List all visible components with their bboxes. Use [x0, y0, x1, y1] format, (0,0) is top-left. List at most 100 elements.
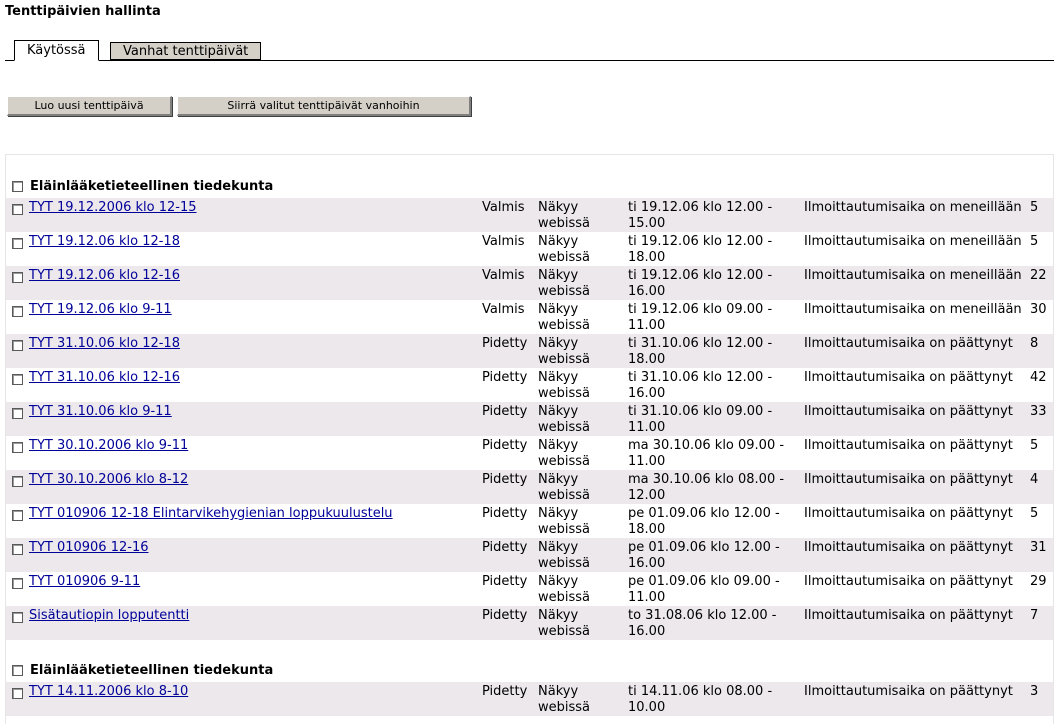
visibility-text: Näkyy webissä — [538, 200, 591, 231]
registration-status-text: Ilmoittautumisaika on päättynyt — [804, 370, 1013, 385]
group-label: Eläinlääketieteellinen tiedekunta — [30, 179, 274, 194]
exam-day-link[interactable]: TYT 010906 9-11 — [29, 574, 140, 590]
status-text: Pidetty — [482, 472, 528, 487]
exam-day-link[interactable]: TYT 010906 12-18 Elintarvikehygienian lo… — [29, 506, 393, 522]
table-row: TYT 31.10.06 klo 12-18 Pidetty Näkyy webis… — [6, 334, 1053, 368]
exam-day-link[interactable]: TYT 31.10.06 klo 12-18 — [29, 336, 180, 352]
row-select-checkbox[interactable] — [12, 374, 23, 385]
visibility-text: Näkyy webissä — [538, 438, 591, 469]
tab-kaytossa[interactable]: Käytössä — [14, 40, 99, 61]
exam-day-link[interactable]: Sisätautiopin lopputentti — [29, 608, 189, 624]
registration-count: 30 — [1030, 302, 1047, 317]
registration-status-text: Ilmoittautumisaika on päättynyt — [804, 438, 1013, 453]
group-label: Eläinlääketieteellinen tiedekunta — [30, 663, 274, 678]
registration-status-text: Ilmoittautumisaika on meneillään — [804, 234, 1022, 249]
row-select-checkbox[interactable] — [12, 306, 23, 317]
registration-status-text: Ilmoittautumisaika on päättynyt — [804, 404, 1013, 419]
registration-status-text: Ilmoittautumisaika on päättynyt — [804, 684, 1013, 699]
tab-divider — [5, 60, 1054, 61]
registration-count: 5 — [1030, 234, 1039, 249]
row-select-checkbox[interactable] — [12, 272, 23, 283]
table-row: TYT 19.12.06 klo 12-16 Valmis Näkyy webiss… — [6, 266, 1053, 300]
visibility-text: Näkyy webissä — [538, 574, 591, 605]
table-row: TYT 19.12.2006 klo 12-15 Valmis Näkyy webi… — [6, 198, 1053, 232]
registration-status-text: Ilmoittautumisaika on päättynyt — [804, 540, 1013, 555]
exam-day-link[interactable]: TYT 30.10.2006 klo 8-12 — [29, 472, 188, 488]
table-row: TYT 31.10.06 klo 9-11 Pidetty Näkyy webiss… — [6, 402, 1053, 436]
status-text: Pidetty — [482, 506, 528, 521]
status-text: Pidetty — [482, 540, 528, 555]
registration-status-text: Ilmoittautumisaika on meneillään — [804, 200, 1022, 215]
status-text: Pidetty — [482, 608, 528, 623]
registration-count: 5 — [1030, 506, 1039, 521]
row-select-checkbox[interactable] — [12, 612, 23, 623]
visibility-text: Näkyy webissä — [538, 684, 591, 715]
exam-time-text: pe 01.09.06 klo 12.00 - 16.00 — [628, 540, 780, 571]
registration-count: 3 — [1030, 684, 1039, 699]
exam-day-link[interactable]: TYT 19.12.06 klo 12-18 — [29, 234, 180, 250]
exam-day-link[interactable]: TYT 19.12.06 klo 9-11 — [29, 302, 172, 318]
row-select-checkbox[interactable] — [12, 476, 23, 487]
row-select-checkbox[interactable] — [12, 204, 23, 215]
visibility-text: Näkyy webissä — [538, 234, 591, 265]
tab-vanhat-tenttipaivat[interactable]: Vanhat tenttipäivät — [110, 42, 262, 60]
registration-status-text: Ilmoittautumisaika on päättynyt — [804, 506, 1013, 521]
create-exam-day-button[interactable]: Luo uusi tenttipäivä — [7, 96, 172, 116]
exam-time-text: ti 19.12.06 klo 12.00 - 15.00 — [628, 200, 773, 231]
registration-count: 33 — [1030, 404, 1047, 419]
exam-time-text: ti 19.12.06 klo 12.00 - 16.00 — [628, 268, 773, 299]
visibility-text: Näkyy webissä — [538, 370, 591, 401]
exam-time-text: ti 19.12.06 klo 12.00 - 18.00 — [628, 234, 773, 265]
exam-time-text: pe 01.09.06 klo 09.00 - 11.00 — [628, 574, 780, 605]
group-header: Eläinlääketieteellinen tiedekunta — [6, 176, 1053, 196]
group-select-checkbox[interactable] — [12, 181, 23, 192]
exam-day-link[interactable]: TYT 31.10.06 klo 12-16 — [29, 370, 180, 386]
exam-time-text: ti 31.10.06 klo 12.00 - 18.00 — [628, 336, 773, 367]
row-select-checkbox[interactable] — [12, 544, 23, 555]
exam-day-link[interactable]: TYT 010906 12-16 — [29, 540, 149, 556]
group-select-checkbox[interactable] — [12, 665, 23, 676]
registration-count: 7 — [1030, 608, 1039, 623]
table-row: TYT 010906 12-16 Pidetty Näkyy webissä pe 0… — [6, 538, 1053, 572]
exam-day-link[interactable]: TYT 19.12.2006 klo 12-15 — [29, 200, 197, 216]
registration-count: 22 — [1030, 268, 1047, 283]
status-text: Pidetty — [482, 370, 528, 385]
table-row: TYT 30.10.2006 klo 8-12 Pidetty Näkyy webi… — [6, 470, 1053, 504]
table-row: Sisätautiopin lopputentti Pidetty Näkyy we… — [6, 606, 1053, 640]
move-to-old-button[interactable]: Siirrä valitut tenttipäivät vanhoihin — [177, 96, 471, 116]
exam-day-link[interactable]: TYT 31.10.06 klo 9-11 — [29, 404, 172, 420]
row-select-checkbox[interactable] — [12, 510, 23, 521]
row-select-checkbox[interactable] — [12, 340, 23, 351]
row-select-checkbox[interactable] — [12, 688, 23, 699]
status-text: Pidetty — [482, 336, 528, 351]
registration-count: 8 — [1030, 336, 1039, 351]
exam-time-text: to 31.08.06 klo 12.00 - 16.00 — [628, 608, 777, 639]
registration-count: 42 — [1030, 370, 1047, 385]
row-select-checkbox[interactable] — [12, 442, 23, 453]
visibility-text: Näkyy webissä — [538, 336, 591, 367]
registration-count: 31 — [1030, 540, 1047, 555]
status-text: Pidetty — [482, 574, 528, 589]
exam-day-list: Eläinlääketieteellinen tiedekunta TYT 19.… — [5, 154, 1054, 724]
exam-day-link[interactable]: TYT 30.10.2006 klo 9-11 — [29, 438, 188, 454]
table-row: TYT 19.12.06 klo 9-11 Valmis Näkyy webissä… — [6, 300, 1053, 334]
exam-day-link[interactable]: TYT 19.12.06 klo 12-16 — [29, 268, 180, 284]
exam-day-link[interactable]: TYT 14.11.2006 klo 8-10 — [29, 684, 188, 700]
row-select-checkbox[interactable] — [12, 578, 23, 589]
registration-status-text: Ilmoittautumisaika on päättynyt — [804, 472, 1013, 487]
table-row: TYT 010906 9-11 Pidetty Näkyy webissä pe 01… — [6, 572, 1053, 606]
registration-status-text: Ilmoittautumisaika on meneillään — [804, 268, 1022, 283]
exam-time-text: ti 19.12.06 klo 09.00 - 11.00 — [628, 302, 773, 333]
status-text: Valmis — [482, 200, 525, 215]
exam-time-text: ma 30.10.06 klo 09.00 - 11.00 — [628, 438, 785, 469]
table-row: TYT 31.10.06 klo 12-16 Pidetty Näkyy webis… — [6, 368, 1053, 402]
row-select-checkbox[interactable] — [12, 238, 23, 249]
row-select-checkbox[interactable] — [12, 408, 23, 419]
status-text: Valmis — [482, 302, 525, 317]
visibility-text: Näkyy webissä — [538, 302, 591, 333]
table-row: TYT 30.10.2006 klo 9-11 Pidetty Näkyy webi… — [6, 436, 1053, 470]
registration-status-text: Ilmoittautumisaika on päättynyt — [804, 608, 1013, 623]
visibility-text: Näkyy webissä — [538, 404, 591, 435]
table-row: TYT 14.11.2006 klo 8-10 Pidetty Näkyy webi… — [6, 682, 1053, 716]
visibility-text: Näkyy webissä — [538, 540, 591, 571]
